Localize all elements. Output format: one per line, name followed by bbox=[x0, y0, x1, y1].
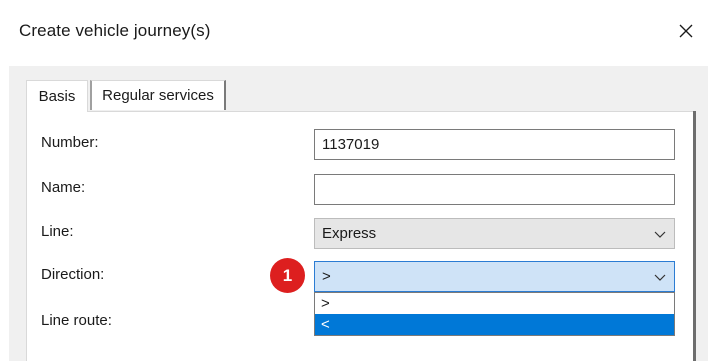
tab-basis-label: Basis bbox=[38, 88, 76, 105]
tab-basis[interactable]: Basis bbox=[26, 80, 88, 112]
direction-option[interactable]: > bbox=[315, 293, 674, 314]
chevron-down-icon bbox=[654, 231, 666, 238]
line-value: Express bbox=[322, 225, 377, 242]
number-value: 1137019 bbox=[322, 136, 380, 153]
line-route-label: Line route: bbox=[41, 312, 112, 329]
line-label: Line: bbox=[41, 223, 74, 240]
direction-select[interactable]: > bbox=[314, 261, 675, 292]
chevron-down-icon bbox=[654, 274, 666, 281]
number-label: Number: bbox=[41, 134, 99, 151]
callout-number: 1 bbox=[282, 265, 293, 285]
panel-edge bbox=[693, 111, 696, 361]
title-bar: Create vehicle journey(s) bbox=[0, 0, 708, 66]
direction-label: Direction: bbox=[41, 266, 105, 283]
number-field[interactable]: 1137019 bbox=[314, 129, 675, 160]
tab-regular-services[interactable]: Regular services bbox=[90, 80, 226, 110]
callout-badge: 1 bbox=[270, 258, 305, 293]
window-title: Create vehicle journey(s) bbox=[19, 21, 211, 40]
line-select[interactable]: Express bbox=[314, 218, 675, 249]
direction-option-highlighted[interactable]: < bbox=[315, 314, 674, 335]
name-field[interactable] bbox=[314, 174, 675, 205]
dialog-window: Create vehicle journey(s) Basis Regular … bbox=[0, 0, 708, 361]
close-button[interactable] bbox=[670, 14, 702, 48]
direction-dropdown-list: > < bbox=[314, 292, 675, 336]
direction-value: > bbox=[322, 268, 331, 285]
name-label: Name: bbox=[41, 179, 86, 196]
close-icon bbox=[679, 24, 693, 38]
tab-regular-services-label: Regular services bbox=[102, 87, 214, 104]
